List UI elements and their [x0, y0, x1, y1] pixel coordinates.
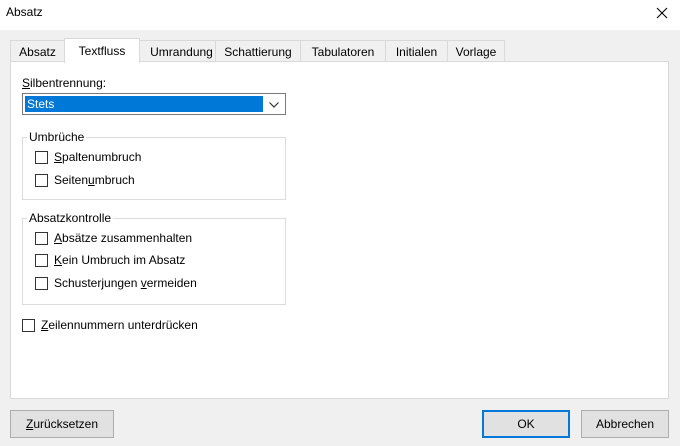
tab-label: Schattierung	[224, 44, 292, 59]
tab-label: Tabulatoren	[311, 44, 375, 59]
checkbox-box[interactable]	[22, 318, 35, 332]
checkbox-box[interactable]	[35, 173, 48, 187]
ok-button[interactable]: OK	[482, 410, 570, 438]
tab-vorlage[interactable]: Vorlage	[447, 40, 505, 62]
checkbox-label: Seitenumbruch	[54, 173, 135, 187]
avoid-orphans-checkbox[interactable]: Schusterjungen vermeiden	[35, 276, 197, 290]
close-button[interactable]	[644, 0, 680, 26]
hyphenation-select[interactable]: Stets	[22, 93, 286, 115]
tab-panel-textfluss: Silbentrennung: Stets Umbrüche Spaltenum…	[10, 61, 669, 399]
tab-initialen[interactable]: Initialen	[385, 40, 448, 62]
close-icon	[656, 7, 668, 19]
tab-label: Umrandung	[150, 44, 213, 59]
tab-label: Absatz	[19, 44, 56, 59]
tab-absatz[interactable]: Absatz	[10, 40, 65, 62]
tab-label: Textfluss	[78, 44, 126, 58]
tab-textfluss[interactable]: Textfluss	[64, 38, 140, 63]
tab-label: Vorlage	[455, 44, 497, 59]
page-break-checkbox[interactable]: Seitenumbruch	[35, 173, 135, 187]
cancel-button[interactable]: Abbrechen	[581, 410, 669, 438]
tab-umrandung[interactable]: Umrandung	[139, 40, 224, 62]
breaks-group: Umbrüche	[22, 130, 286, 200]
checkbox-label: Schusterjungen vermeiden	[54, 276, 197, 290]
checkbox-label: Kein Umbruch im Absatz	[54, 253, 186, 267]
checkbox-label: Spaltenumbruch	[54, 150, 142, 164]
checkbox-box[interactable]	[35, 150, 48, 164]
window-title: Absatz	[6, 5, 43, 19]
button-label: OK	[517, 417, 535, 431]
suppress-line-numbers-checkbox[interactable]: Zeilennummern unterdrücken	[22, 318, 198, 332]
tab-tabulatoren[interactable]: Tabulatoren	[300, 40, 386, 62]
chevron-down-icon	[269, 101, 279, 108]
hyphenation-label: Silbentrennung:	[22, 76, 107, 90]
title-bar: Absatz	[0, 0, 680, 30]
hyphenation-selected-value: Stets	[25, 96, 263, 112]
checkbox-box[interactable]	[35, 231, 48, 245]
dropdown-button[interactable]	[266, 97, 282, 112]
checkbox-box[interactable]	[35, 276, 48, 290]
tab-schattierung[interactable]: Schattierung	[215, 40, 301, 62]
button-label: Zurücksetzen	[25, 417, 99, 431]
tab-label: Initialen	[395, 44, 438, 59]
checkbox-label: Absätze zusammenhalten	[54, 231, 193, 245]
column-break-checkbox[interactable]: Spaltenumbruch	[35, 150, 141, 164]
checkbox-label: Zeilennummern unterdrücken	[41, 318, 198, 332]
button-label: Abbrechen	[595, 417, 655, 431]
keep-together-checkbox[interactable]: Absätze zusammenhalten	[35, 231, 192, 245]
breaks-group-title: Umbrüche	[29, 130, 85, 144]
paragraph-control-group-title: Absatzkontrolle	[29, 211, 112, 225]
no-break-in-paragraph-checkbox[interactable]: Kein Umbruch im Absatz	[35, 253, 185, 267]
checkbox-box[interactable]	[35, 253, 48, 267]
reset-button[interactable]: Zurücksetzen	[10, 410, 114, 438]
